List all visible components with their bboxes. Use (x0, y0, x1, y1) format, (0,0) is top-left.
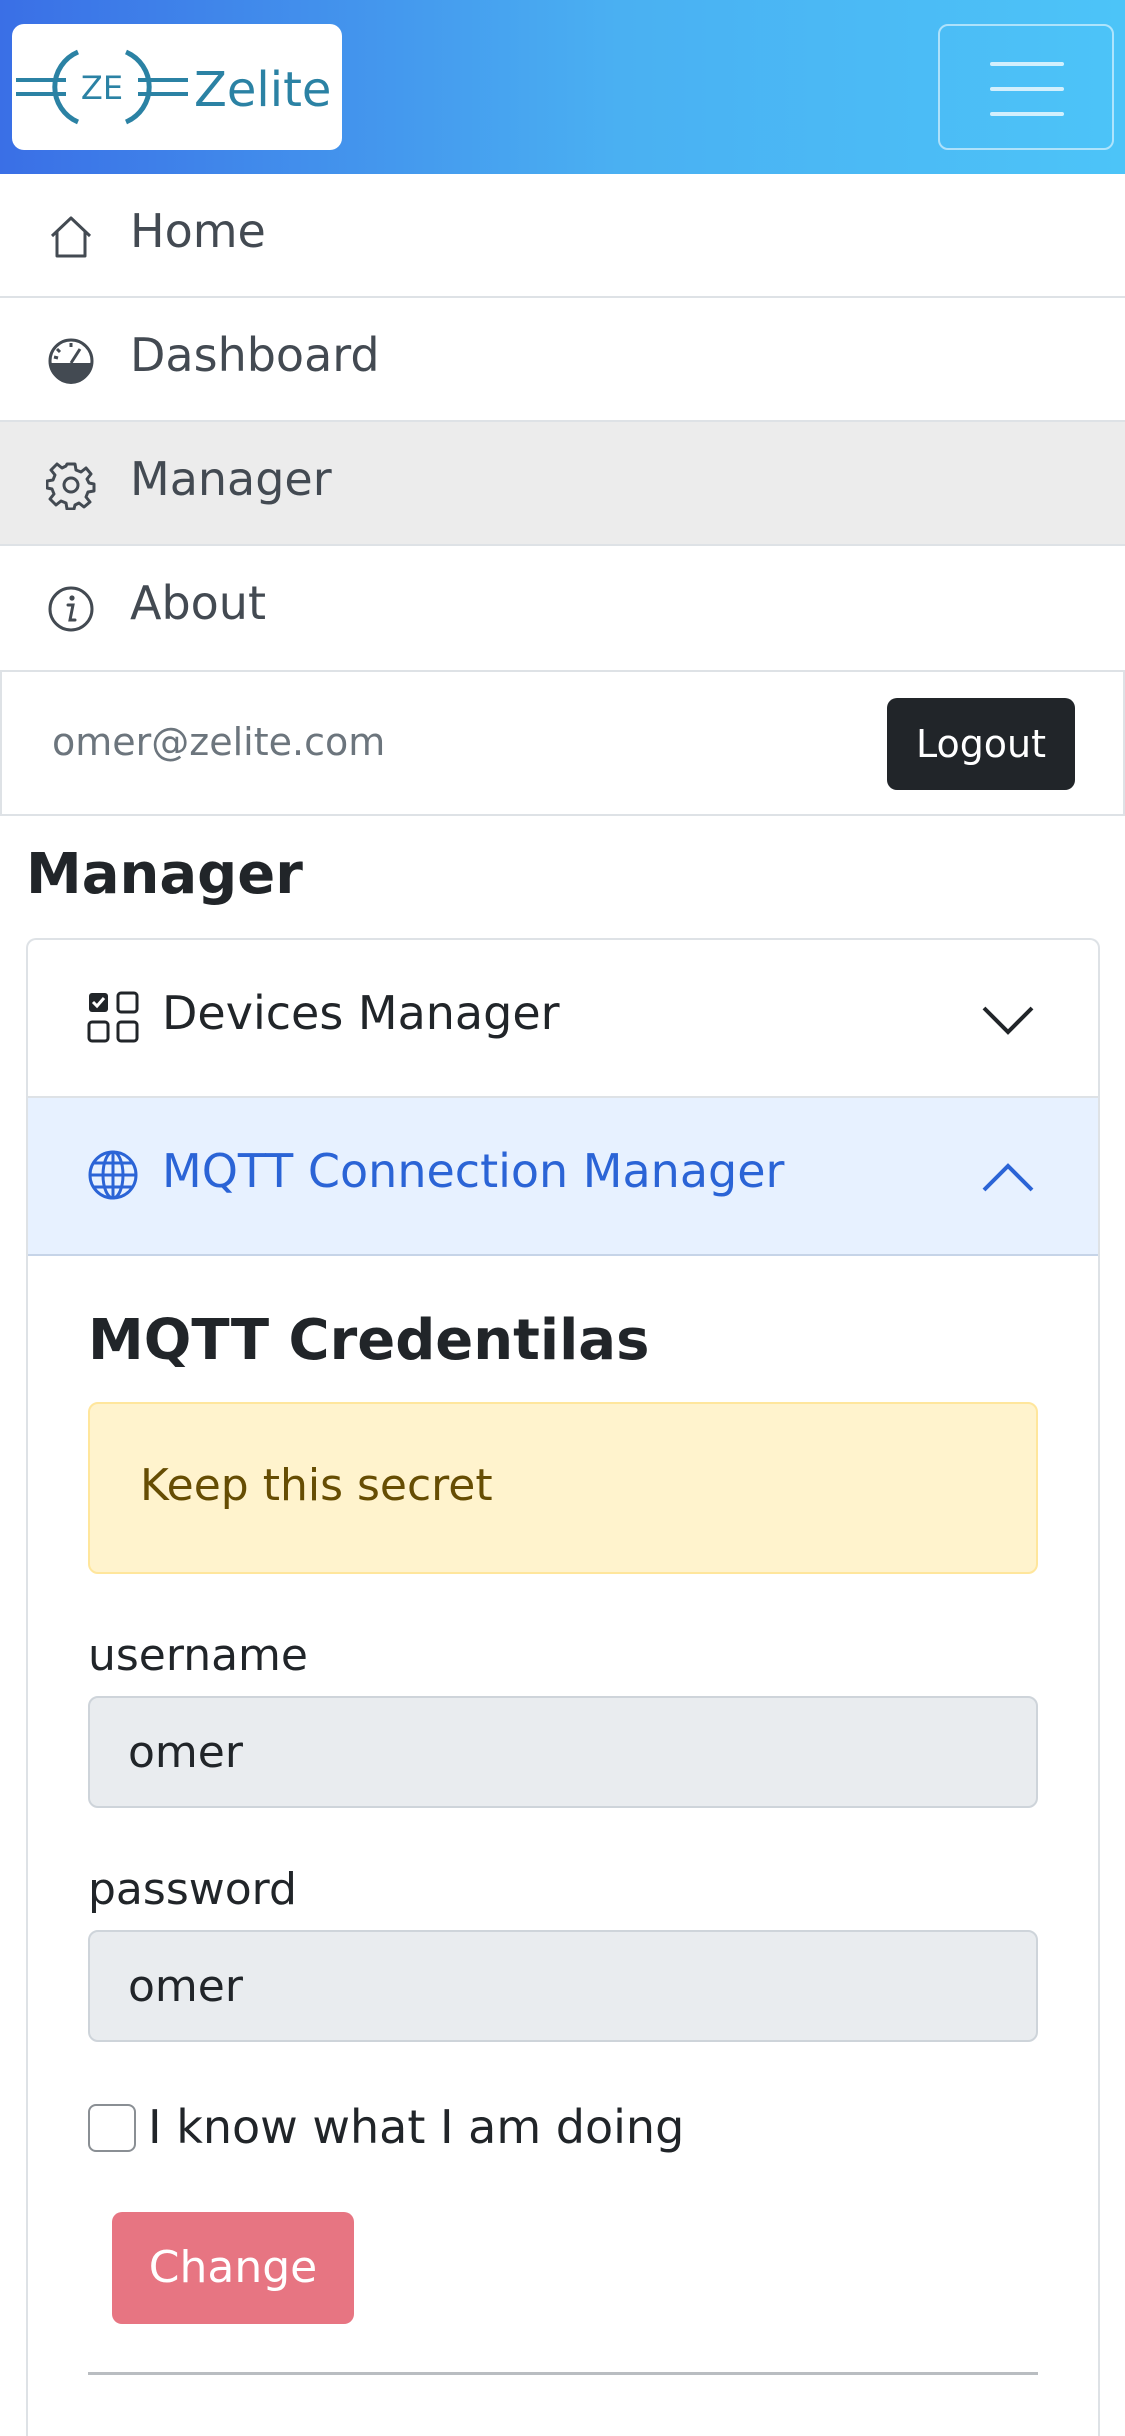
speedometer-icon (48, 338, 94, 384)
change-button[interactable]: Change (112, 2212, 354, 2324)
user-email: omer@zelite.com (52, 720, 386, 764)
brand-name: Zelite (194, 62, 332, 118)
nav-item-about[interactable]: About (0, 546, 1125, 670)
info-circle-icon (48, 586, 94, 632)
chevron-up-icon (982, 1163, 1034, 1192)
password-label: password (88, 1864, 297, 1915)
manager-accordion: Devices Manager MQTT Connection Manager … (26, 938, 1100, 2436)
confirm-checkbox-label[interactable]: I know what I am doing (148, 2100, 684, 2154)
alert-text: Keep this secret (140, 1460, 493, 1511)
mqtt-credentials-title: MQTT Credentilas (88, 1308, 650, 1373)
nav-label-manager: Manager (130, 452, 332, 506)
chevron-down-icon (982, 1006, 1034, 1035)
top-navbar: ZE Zelite (0, 0, 1125, 174)
nav-item-manager[interactable]: Manager (0, 422, 1125, 546)
nav-label-about: About (130, 576, 267, 630)
nav-item-dashboard[interactable]: Dashboard (0, 298, 1125, 422)
accordion-mqtt-connection-manager[interactable]: MQTT Connection Manager (28, 1098, 1098, 1256)
brand-logo[interactable]: ZE Zelite (12, 24, 342, 150)
logo-mark-text: ZE (81, 69, 123, 107)
nav-label-home: Home (130, 204, 266, 258)
home-icon (50, 216, 92, 258)
accordion-devices-manager[interactable]: Devices Manager (28, 940, 1098, 1098)
warning-alert: Keep this secret (88, 1402, 1038, 1574)
username-label: username (88, 1630, 308, 1681)
accordion-devices-label: Devices Manager (162, 986, 560, 1040)
page-title: Manager (26, 842, 303, 907)
logout-button[interactable]: Logout (887, 698, 1075, 790)
username-field[interactable] (88, 1696, 1038, 1808)
zelite-logo-mark-icon: ZE (16, 49, 188, 125)
globe-icon (88, 1150, 138, 1200)
ui-checks-grid-icon (87, 991, 139, 1043)
nav-item-home[interactable]: Home (0, 174, 1125, 298)
divider (88, 2372, 1038, 2375)
password-field[interactable] (88, 1930, 1038, 2042)
hamburger-menu-button[interactable] (938, 24, 1114, 150)
gear-icon (46, 462, 96, 510)
accordion-mqtt-label: MQTT Connection Manager (162, 1144, 785, 1198)
account-bar: omer@zelite.com Logout (0, 670, 1125, 816)
hamburger-menu-icon (990, 62, 1064, 66)
confirm-checkbox[interactable] (88, 2104, 136, 2152)
nav-label-dashboard: Dashboard (130, 328, 380, 382)
